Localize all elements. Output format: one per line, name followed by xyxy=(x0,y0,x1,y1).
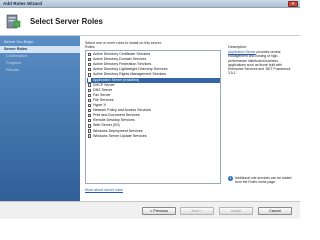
role-checkbox[interactable] xyxy=(88,98,92,103)
next-button[interactable]: Next > xyxy=(180,207,214,215)
role-checkbox[interactable] xyxy=(88,68,92,72)
description-label: Description: xyxy=(228,45,247,49)
window-title: Add Roles Wizard xyxy=(3,1,43,6)
nav-item-before-you-begin[interactable]: Before You Begin xyxy=(0,39,80,46)
role-description: Application Server provides central mana… xyxy=(228,50,296,76)
description-text: provides central management and hosting … xyxy=(228,50,291,76)
wizard-header: Select Server Roles xyxy=(0,8,300,36)
roles-list[interactable]: Active Directory Certificate Services Act… xyxy=(85,50,221,184)
role-checkbox[interactable] xyxy=(88,134,92,138)
intro-text: Select one or more roles to install on t… xyxy=(85,41,162,45)
title-bar: Add Roles Wizard ✕ xyxy=(0,0,300,8)
role-checkbox[interactable] xyxy=(88,108,92,113)
role-checkbox[interactable] xyxy=(88,57,92,62)
role-checkbox[interactable] xyxy=(88,73,92,77)
role-checkbox[interactable] xyxy=(88,124,92,128)
role-checkbox[interactable] xyxy=(88,103,92,108)
wizard-steps-nav: Before You Begin Server Roles Confirmati… xyxy=(0,36,80,201)
role-checkbox[interactable] xyxy=(88,78,92,82)
role-checkbox[interactable] xyxy=(88,83,92,87)
main-content: Select one or more roles to install on t… xyxy=(80,36,300,201)
button-bar: < Previous Next > Install Cancel xyxy=(0,201,300,219)
role-checkbox[interactable] xyxy=(88,114,92,118)
nav-item-progress: Progress xyxy=(6,61,22,65)
role-item[interactable]: Windows Server Update Services xyxy=(87,134,220,139)
install-button[interactable]: Install xyxy=(219,207,253,215)
roles-label: Roles: xyxy=(85,45,96,49)
role-checkbox[interactable] xyxy=(88,63,92,67)
info-icon: i xyxy=(228,176,233,181)
role-checkbox[interactable] xyxy=(88,88,92,92)
more-about-roles-link[interactable]: More about server roles xyxy=(85,188,123,192)
nav-item-confirmation: Confirmation xyxy=(6,54,28,58)
nav-item-server-roles[interactable]: Server Roles xyxy=(0,46,80,53)
role-checkbox[interactable] xyxy=(88,129,92,133)
role-checkbox[interactable] xyxy=(88,119,92,123)
role-checkbox[interactable] xyxy=(88,52,92,57)
cancel-button[interactable]: Cancel xyxy=(258,207,292,215)
role-checkbox[interactable] xyxy=(88,93,92,97)
previous-button[interactable]: < Previous xyxy=(142,207,176,215)
close-icon[interactable]: ✕ xyxy=(288,1,298,7)
info-text: Additional role services can be added fr… xyxy=(235,176,292,185)
server-roles-icon xyxy=(6,14,21,29)
nav-item-results: Results xyxy=(6,68,19,72)
page-title: Select Server Roles xyxy=(30,17,103,26)
role-label: Windows Server Update Services xyxy=(93,133,147,138)
